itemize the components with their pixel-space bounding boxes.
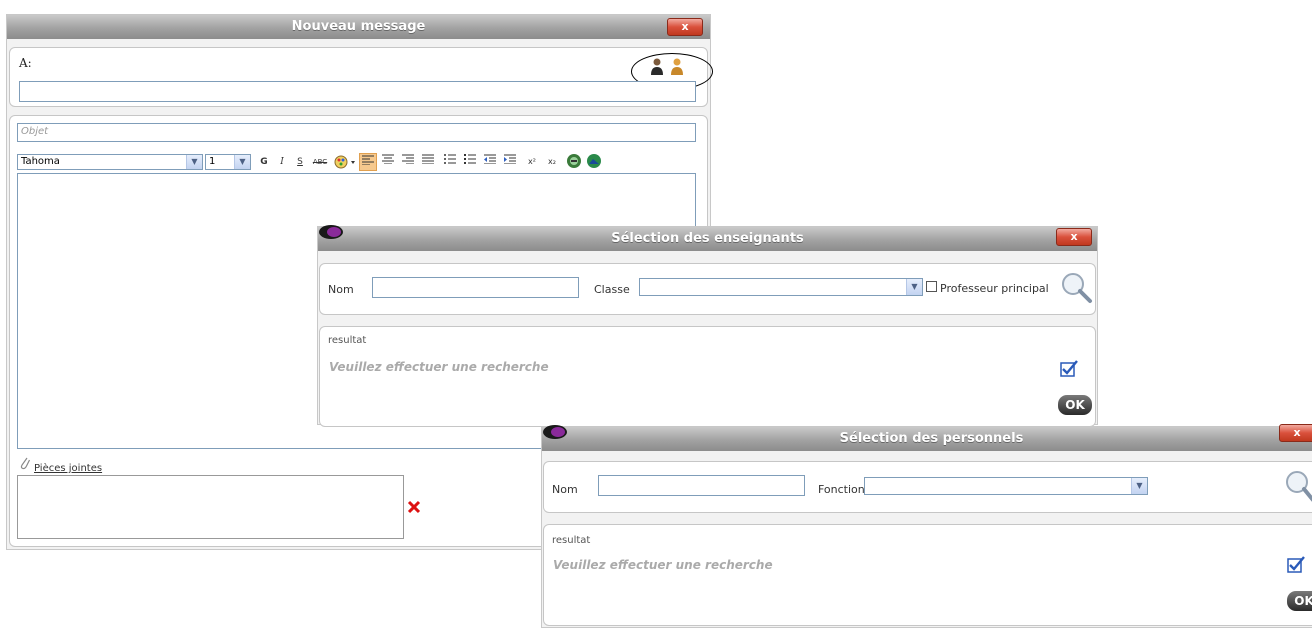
insert-image-icon[interactable] bbox=[585, 153, 603, 171]
teachers-dialog-titlebar[interactable]: Sélection des enseignants bbox=[318, 227, 1097, 251]
attachments-list[interactable] bbox=[17, 475, 404, 539]
recipient-panel: A: bbox=[9, 47, 713, 107]
staff-ok-button[interactable]: OK bbox=[1287, 591, 1312, 611]
teachers-ok-button[interactable]: OK bbox=[1058, 395, 1092, 415]
teacher-contact-icon[interactable] bbox=[650, 57, 664, 75]
strikethrough-button[interactable]: ABC bbox=[309, 153, 331, 171]
app-logo-icon bbox=[542, 424, 568, 440]
outdent-icon[interactable] bbox=[481, 153, 499, 171]
remove-attachment-icon[interactable] bbox=[407, 500, 421, 514]
align-center-icon[interactable] bbox=[379, 153, 397, 171]
subscript-button[interactable]: x₂ bbox=[543, 153, 561, 171]
compose-titlebar[interactable]: Nouveau message bbox=[7, 15, 710, 39]
editor-toolbar: Tahoma ▼ 1 ▼ G I S ABC x² x₂ bbox=[17, 153, 632, 171]
bold-button[interactable]: G bbox=[255, 153, 273, 171]
teachers-name-label: Nom bbox=[328, 283, 354, 296]
teachers-result-placeholder: Veuillez effectuer une recherche bbox=[329, 360, 549, 374]
teachers-name-input[interactable] bbox=[372, 277, 579, 298]
unordered-list-icon[interactable] bbox=[461, 153, 479, 171]
teachers-dialog: Sélection des enseignants x Nom Classe ▼… bbox=[317, 224, 1098, 427]
to-input[interactable] bbox=[19, 81, 696, 102]
teachers-class-select[interactable]: ▼ bbox=[639, 278, 923, 296]
staff-dialog-titlebar[interactable]: Sélection des personnels bbox=[542, 427, 1312, 451]
app-logo-icon bbox=[318, 224, 344, 240]
compose-close-button[interactable]: x bbox=[667, 18, 703, 36]
principal-teacher-label: Professeur principal bbox=[940, 282, 1049, 295]
staff-contact-icon[interactable] bbox=[670, 57, 684, 75]
align-justify-icon[interactable] bbox=[419, 153, 437, 171]
color-palette-icon[interactable] bbox=[333, 153, 357, 171]
staff-dialog: Sélection des personnels x Nom Fonction … bbox=[541, 424, 1312, 628]
teachers-search-icon[interactable] bbox=[1059, 270, 1093, 304]
align-right-icon[interactable] bbox=[399, 153, 417, 171]
chevron-down-icon: ▼ bbox=[186, 155, 202, 169]
teachers-result-label: resultat bbox=[328, 335, 367, 346]
teachers-class-label: Classe bbox=[594, 283, 630, 296]
paperclip-icon bbox=[19, 456, 31, 470]
to-label: A: bbox=[19, 56, 32, 70]
font-size-select[interactable]: 1 ▼ bbox=[205, 154, 251, 170]
staff-dialog-close-button[interactable]: x bbox=[1279, 424, 1312, 442]
subject-placeholder: Objet bbox=[21, 126, 49, 137]
chevron-down-icon: ▼ bbox=[1131, 478, 1147, 494]
staff-name-input[interactable] bbox=[598, 475, 805, 496]
teachers-dialog-title: Sélection des enseignants bbox=[611, 231, 804, 246]
superscript-button[interactable]: x² bbox=[523, 153, 541, 171]
ordered-list-icon[interactable] bbox=[441, 153, 459, 171]
teachers-select-all-checkbox-icon[interactable] bbox=[1060, 359, 1078, 377]
subject-input[interactable]: Objet bbox=[17, 123, 696, 142]
italic-button[interactable]: I bbox=[273, 153, 291, 171]
staff-result-placeholder: Veuillez effectuer une recherche bbox=[553, 558, 773, 572]
staff-dialog-title: Sélection des personnels bbox=[839, 431, 1024, 446]
staff-result-label: resultat bbox=[552, 535, 591, 546]
teachers-dialog-close-button[interactable]: x bbox=[1056, 228, 1092, 246]
staff-function-select[interactable]: ▼ bbox=[864, 477, 1148, 495]
staff-function-label: Fonction bbox=[818, 483, 865, 496]
compose-title: Nouveau message bbox=[291, 19, 426, 34]
attachments-label: Pièces jointes bbox=[34, 463, 103, 474]
chevron-down-icon: ▼ bbox=[234, 155, 250, 169]
chevron-down-icon: ▼ bbox=[906, 279, 922, 295]
font-family-select[interactable]: Tahoma ▼ bbox=[17, 154, 203, 170]
principal-teacher-checkbox[interactable] bbox=[926, 281, 937, 292]
indent-icon[interactable] bbox=[501, 153, 519, 171]
teachers-search-panel: Nom Classe ▼ Professeur principal bbox=[319, 263, 1096, 315]
staff-search-icon[interactable] bbox=[1284, 469, 1312, 503]
staff-result-panel: resultat Veuillez effectuer une recherch… bbox=[543, 524, 1312, 626]
teachers-result-panel: resultat Veuillez effectuer une recherch… bbox=[319, 326, 1096, 427]
staff-search-panel: Nom Fonction ▼ bbox=[543, 461, 1312, 513]
underline-button[interactable]: S bbox=[291, 153, 309, 171]
staff-name-label: Nom bbox=[552, 483, 578, 496]
insert-link-icon[interactable] bbox=[565, 153, 583, 171]
staff-select-all-checkbox-icon[interactable] bbox=[1287, 555, 1305, 573]
align-left-icon[interactable] bbox=[359, 153, 377, 171]
